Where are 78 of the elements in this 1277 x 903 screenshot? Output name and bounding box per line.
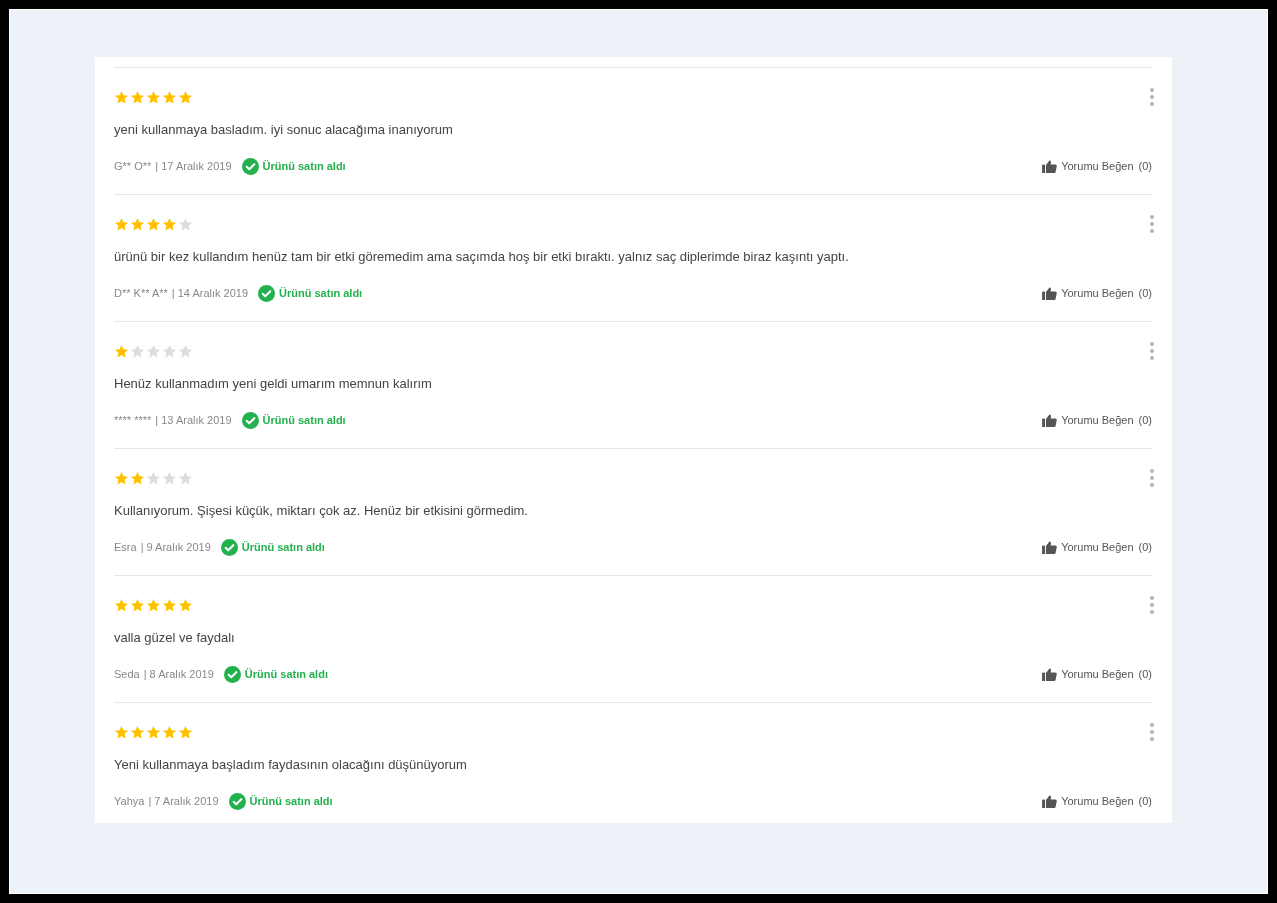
like-review-button[interactable]: Yorumu Beğen bbox=[1061, 414, 1134, 426]
like-review-button[interactable]: Yorumu Beğen bbox=[1061, 160, 1134, 172]
like-count: (0) bbox=[1138, 287, 1152, 299]
star-icon bbox=[114, 597, 129, 613]
star-icon bbox=[146, 470, 161, 486]
star-icon bbox=[162, 343, 177, 359]
review-date: | 7 Aralık 2019 bbox=[148, 795, 219, 807]
review-text: ürünü bir kez kullandım henüz tam bir etki göremedim ama saçımda hoş bir etki bıraktı. yalnız saç diplerimde biraz kaşıntı yaptı. bbox=[114, 248, 850, 266]
star-icon bbox=[114, 216, 129, 232]
review-text: Yeni kullanmaya başladım faydasının olacağını düşünüyorum bbox=[114, 756, 468, 774]
author-name: G** O** bbox=[114, 160, 152, 172]
star-icon bbox=[162, 470, 177, 486]
review-date: | 8 Aralık 2019 bbox=[143, 668, 214, 680]
author-name: Seda bbox=[114, 668, 140, 680]
thumbs-up-icon[interactable] bbox=[1042, 540, 1058, 554]
star-icon bbox=[178, 89, 193, 105]
verified-purchase-label: Ürünü satın aldı bbox=[262, 160, 346, 172]
review-text: Henüz kullanmadım yeni geldi umarım memnun kalırım bbox=[114, 375, 433, 393]
star-icon bbox=[178, 343, 193, 359]
star-icon bbox=[162, 597, 177, 613]
star-icon bbox=[178, 470, 193, 486]
star-icon bbox=[130, 470, 145, 486]
like-review-button[interactable]: Yorumu Beğen bbox=[1061, 668, 1134, 680]
star-icon bbox=[114, 470, 129, 486]
review-text: Kullanıyorum. Şişesi küçük, miktarı çok az. Henüz bir etkisini görmedim. bbox=[114, 502, 529, 520]
check-icon bbox=[241, 157, 259, 175]
star-icon bbox=[162, 724, 177, 740]
star-icon bbox=[146, 343, 161, 359]
verified-purchase-label: Ürünü satın aldı bbox=[249, 795, 333, 807]
star-icon bbox=[162, 89, 177, 105]
star-icon bbox=[130, 216, 145, 232]
star-icon bbox=[178, 216, 193, 232]
star-icon bbox=[130, 89, 145, 105]
check-icon bbox=[220, 538, 238, 556]
like-count: (0) bbox=[1138, 414, 1152, 426]
review-date: | 17 Aralık 2019 bbox=[155, 160, 232, 172]
like-count: (0) bbox=[1138, 541, 1152, 553]
thumbs-up-icon[interactable] bbox=[1042, 667, 1058, 681]
thumbs-up-icon[interactable] bbox=[1042, 159, 1058, 173]
like-count: (0) bbox=[1138, 668, 1152, 680]
star-icon bbox=[146, 89, 161, 105]
like-review-button[interactable]: Yorumu Beğen bbox=[1061, 795, 1134, 807]
thumbs-up-icon[interactable] bbox=[1042, 794, 1058, 808]
star-icon bbox=[162, 216, 177, 232]
like-review-button[interactable]: Yorumu Beğen bbox=[1061, 541, 1134, 553]
review-date: | 13 Aralık 2019 bbox=[155, 414, 232, 426]
star-icon bbox=[114, 343, 129, 359]
verified-purchase-label: Ürünü satın aldı bbox=[279, 287, 363, 299]
like-count: (0) bbox=[1138, 160, 1152, 172]
check-icon bbox=[241, 411, 259, 429]
review-date: | 9 Aralık 2019 bbox=[140, 541, 211, 553]
star-icon bbox=[130, 343, 145, 359]
star-icon bbox=[146, 597, 161, 613]
star-icon bbox=[130, 597, 145, 613]
star-icon bbox=[178, 597, 193, 613]
check-icon bbox=[228, 792, 246, 810]
review-text: valla güzel ve faydalı bbox=[114, 629, 236, 647]
star-icon bbox=[146, 216, 161, 232]
star-icon bbox=[130, 724, 145, 740]
check-icon bbox=[258, 284, 276, 302]
review-date: | 14 Aralık 2019 bbox=[171, 287, 249, 299]
star-icon bbox=[146, 724, 161, 740]
check-icon bbox=[223, 665, 241, 683]
verified-purchase-label: Ürünü satın aldı bbox=[241, 541, 325, 553]
star-icon bbox=[114, 89, 129, 105]
thumbs-up-icon[interactable] bbox=[1042, 413, 1058, 427]
like-count: (0) bbox=[1138, 795, 1152, 807]
verified-purchase-label: Ürünü satın aldı bbox=[244, 668, 328, 680]
star-icon bbox=[114, 724, 129, 740]
author-name: Yahya bbox=[114, 795, 145, 807]
review-text: yeni kullanmaya basladım. iyi sonuc alacağıma inanıyorum bbox=[114, 121, 454, 139]
author-name: D** K** A** bbox=[114, 287, 168, 299]
like-review-button[interactable]: Yorumu Beğen bbox=[1061, 287, 1134, 299]
author-name: Esra bbox=[114, 541, 137, 553]
verified-purchase-label: Ürünü satın aldı bbox=[262, 414, 346, 426]
thumbs-up-icon[interactable] bbox=[1042, 286, 1058, 300]
author-name: **** **** bbox=[114, 414, 152, 426]
star-icon bbox=[178, 724, 193, 740]
